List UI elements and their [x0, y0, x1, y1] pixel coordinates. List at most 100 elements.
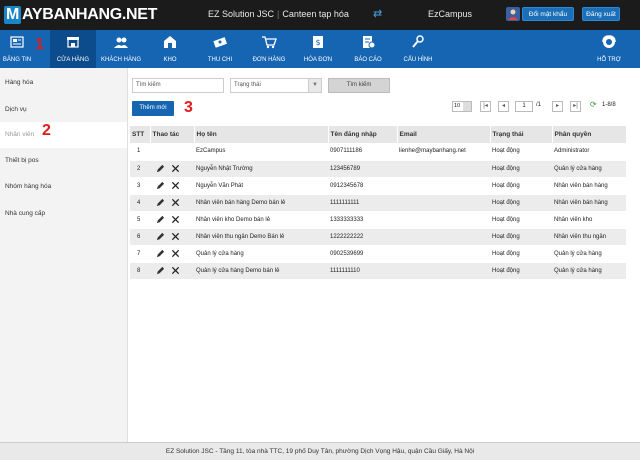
newspaper-icon — [10, 36, 24, 48]
chevron-down-icon — [463, 102, 471, 111]
cell-stt: 8 — [130, 262, 150, 280]
record-range: 1-8/8 — [602, 102, 616, 108]
cell-actions — [150, 177, 194, 195]
table-row[interactable]: 1 EzCampus 0907111186 lienhe@maybanhang.net… — [130, 143, 626, 161]
table-row[interactable]: 5 Nhân viên kho Demo bán lẻ 1333333333 Hoạt… — [130, 211, 626, 229]
sidebar-item-hang-hoa[interactable]: Hàng hóa — [0, 70, 127, 96]
cell-login: 1333333333 — [328, 211, 397, 229]
delete-icon[interactable] — [171, 232, 180, 241]
cell-actions — [150, 262, 194, 280]
edit-icon[interactable] — [156, 198, 165, 207]
table-row[interactable]: 8 Quản lý cửa hàng Demo bán lẻ 1111111110 H… — [130, 262, 626, 280]
nav-item-cau-hinh[interactable]: CẤU HÌNH — [398, 30, 438, 68]
cell-status: Hoạt động — [490, 160, 552, 178]
table-row[interactable]: 4 Nhân viên bán hàng Demo bán lẻ 111111111… — [130, 194, 626, 212]
delete-icon[interactable] — [171, 249, 180, 258]
app-logo[interactable]: M AYBANHANG.NET — [4, 3, 157, 27]
refresh-icon[interactable]: ⟳ — [590, 100, 597, 109]
nav-item-don-hang[interactable]: ĐƠN HÀNG — [247, 30, 291, 68]
nav-item-ho-tro[interactable]: HỖ TRỢ — [590, 30, 628, 68]
nav-item-hoa-don[interactable]: $ HÓA ĐƠN — [298, 30, 338, 68]
main-content: Tìm kiếm Trạng thái ▼ Tìm kiếm Thêm mới … — [128, 68, 640, 442]
nav-item-thu-chi[interactable]: THU CHI — [203, 30, 237, 68]
sidebar-item-nhom-hang-hoa[interactable]: Nhóm hàng hóa — [0, 174, 127, 200]
cell-actions — [150, 228, 194, 246]
delete-icon[interactable] — [171, 164, 180, 173]
customers-icon — [114, 37, 128, 48]
col-header-stt[interactable]: STT — [130, 126, 151, 143]
top-bar: M AYBANHANG.NET EZ Solution JSC | Canteen t… — [0, 0, 640, 30]
annotation-2: 2 — [42, 122, 51, 139]
change-password-button[interactable]: Đổi mật khẩu — [522, 7, 574, 21]
user-avatar-icon — [506, 7, 520, 21]
footer: EZ Solution JSC - Tầng 11, tòa nhà TTC, … — [0, 442, 640, 460]
cell-stt: 3 — [130, 177, 150, 195]
support-icon — [602, 35, 616, 48]
edit-icon[interactable] — [156, 249, 165, 258]
col-header-email[interactable]: Email — [397, 126, 491, 143]
cell-actions — [150, 160, 194, 178]
col-header-login[interactable]: Tên đăng nhập — [328, 126, 398, 143]
add-new-button[interactable]: Thêm mới — [132, 101, 174, 116]
cell-login: 0907111186 — [328, 143, 397, 161]
report-icon — [363, 36, 375, 49]
cell-name: Quản lý cửa hàng — [194, 245, 328, 263]
edit-icon[interactable] — [156, 181, 165, 190]
cell-login: 1111111111 — [328, 194, 397, 212]
delete-icon[interactable] — [171, 198, 180, 207]
cell-stt: 1 — [130, 143, 150, 161]
col-header-name[interactable]: Họ tên — [194, 126, 329, 143]
last-page-icon[interactable]: ▸| — [570, 101, 581, 112]
cell-name: Nhân viên bán hàng Demo bán lẻ — [194, 194, 328, 212]
table-row[interactable]: 2 Nguyễn Nhật Trường 123456789 Hoạt động Quả… — [130, 160, 626, 178]
logout-button[interactable]: Đăng xuất — [582, 7, 620, 21]
cell-actions — [150, 143, 194, 161]
col-header-role[interactable]: Phân quyền — [552, 126, 627, 143]
switch-store-icon[interactable]: ⇄ — [373, 8, 385, 20]
edit-icon[interactable] — [156, 266, 165, 275]
cell-name: Quản lý cửa hàng Demo bán lẻ — [194, 262, 328, 280]
next-page-icon[interactable]: ▸ — [552, 101, 563, 112]
svg-text:$: $ — [315, 38, 320, 47]
page-size-select[interactable]: 10 — [452, 101, 472, 112]
sidebar-item-thiet-bi-pos[interactable]: Thiết bị pos — [0, 148, 127, 174]
search-button[interactable]: Tìm kiếm — [328, 78, 390, 93]
search-input[interactable]: Tìm kiếm — [132, 78, 224, 93]
cell-role: Nhân viên kho — [552, 211, 626, 229]
cell-login: 0912345678 — [328, 177, 397, 195]
table-row[interactable]: 3 Nguyễn Văn Phát 0912345678 Hoạt động Nhân … — [130, 177, 626, 195]
table-row[interactable]: 7 Quản lý cửa hàng 0902539699 Hoạt động Quản… — [130, 245, 626, 263]
sidebar-item-nhan-vien[interactable]: Nhân viên — [0, 122, 127, 148]
cell-email — [397, 177, 490, 195]
table-row[interactable]: 6 Nhân viên thu ngân Demo Bán lẻ 122222222… — [130, 228, 626, 246]
nav-item-bao-cao[interactable]: BÁO CÁO — [348, 30, 388, 68]
annotation-1: 1 — [35, 36, 44, 53]
nav-item-khach-hang[interactable]: KHÁCH HÀNG — [97, 30, 145, 68]
status-select[interactable]: Trạng thái ▼ — [230, 78, 322, 93]
delete-icon[interactable] — [171, 215, 180, 224]
cell-role: Quản lý cửa hàng — [552, 262, 626, 280]
delete-icon[interactable] — [171, 266, 180, 275]
cell-login: 123456789 — [328, 160, 397, 178]
cell-stt: 5 — [130, 211, 150, 229]
warehouse-icon — [164, 36, 176, 48]
nav-item-cua-hang[interactable]: CỬA HÀNG — [50, 30, 96, 68]
prev-page-icon[interactable]: ◂ — [498, 101, 509, 112]
cell-email: lienhe@maybanhang.net — [397, 143, 490, 161]
username: EzCampus — [428, 9, 473, 19]
first-page-icon[interactable]: |◂ — [480, 101, 491, 112]
settings-icon — [412, 35, 424, 48]
delete-icon[interactable] — [171, 181, 180, 190]
nav-item-bang-tin[interactable]: BẢNG TIN — [0, 30, 34, 68]
current-page-input[interactable]: 1 — [515, 101, 533, 112]
nav-item-kho[interactable]: KHO — [155, 30, 185, 68]
edit-icon[interactable] — [156, 215, 165, 224]
cell-actions — [150, 194, 194, 212]
sidebar-item-nha-cung-cap[interactable]: Nhà cung cấp — [0, 201, 127, 227]
col-header-actions[interactable]: Thao tác — [150, 126, 195, 143]
edit-icon[interactable] — [156, 164, 165, 173]
cell-status: Hoạt động — [490, 262, 552, 280]
col-header-status[interactable]: Trạng thái — [490, 126, 553, 143]
edit-icon[interactable] — [156, 232, 165, 241]
sidebar-item-dich-vu[interactable]: Dịch vụ — [0, 97, 127, 123]
